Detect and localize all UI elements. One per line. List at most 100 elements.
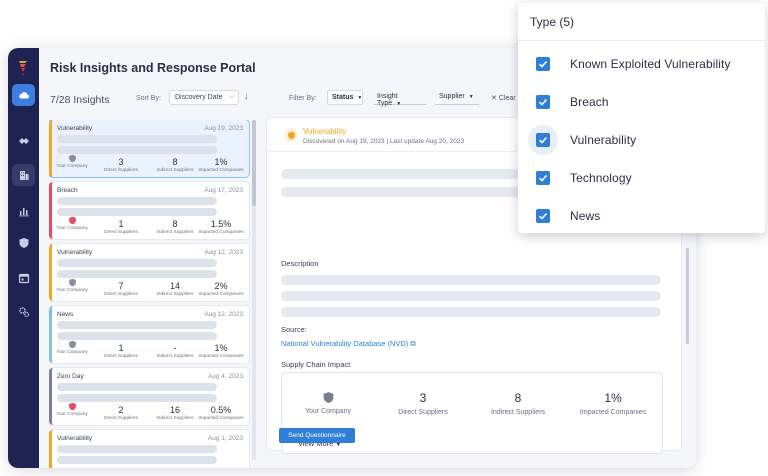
filter-label: Filter By: — [289, 95, 317, 102]
stat-value: 2 — [118, 405, 124, 415]
insight-type: News — [57, 311, 74, 318]
filter-status[interactable]: Status ▼ — [327, 90, 363, 105]
stat-value: 14 — [169, 281, 180, 291]
sidebar-item-security[interactable] — [12, 232, 35, 254]
stat-direct-suppliers: 1 Direct Suppliers — [98, 219, 144, 235]
checkbox-checked[interactable] — [536, 171, 550, 185]
stat-label: Direct Suppliers — [104, 230, 138, 235]
stat-indirect-suppliers: - Indirect Suppliers — [150, 343, 200, 359]
impact-your-company: Your Company — [282, 391, 374, 415]
stat-value: 7 — [118, 281, 124, 291]
sort-direction-arrow-icon[interactable]: ↓ — [244, 91, 249, 101]
building-icon — [19, 171, 28, 180]
stat-impacted-companies: 1% Impacted Companies — [198, 157, 244, 173]
sidebar-item-calendar[interactable] — [12, 267, 35, 289]
stat-direct-suppliers: 2 Direct Suppliers — [98, 405, 144, 421]
sidebar-item-handshake[interactable] — [12, 130, 35, 152]
impact-direct-value: 3 — [419, 391, 427, 405]
stat-value: 16 — [169, 405, 180, 415]
placeholder-line — [57, 270, 217, 278]
stat-direct-suppliers: 1 Direct Suppliers — [98, 343, 144, 359]
sidebar-item-cloud[interactable] — [12, 84, 35, 106]
filter-insight-type[interactable]: Insight Type ▼ — [373, 90, 427, 107]
cloud-icon — [18, 92, 29, 99]
insight-date: Aug 19, 2023 — [204, 125, 243, 132]
insight-date: Aug 4, 2023 — [207, 373, 243, 380]
stat-value: 1% — [214, 343, 228, 353]
checkbox-checked[interactable] — [536, 209, 550, 223]
type-filter-option[interactable]: Vulnerability — [518, 125, 765, 155]
insight-card[interactable]: Vulnerability Aug 19, 2023 Your Company 3… — [49, 120, 249, 177]
stat-label: Impacted Companies — [198, 416, 244, 421]
stat-your-company: Your Company — [54, 340, 90, 355]
type-filter-dropdown: Type (5) Known Exploited Vulnerability Br… — [518, 3, 765, 233]
stat-label: Your Company — [56, 226, 88, 231]
filter-supplier[interactable]: Supplier ▼ — [435, 90, 479, 105]
shield-icon — [68, 340, 76, 349]
shield-icon — [68, 216, 76, 225]
caret-down-icon: ▼ — [396, 101, 402, 107]
description-label: Description — [281, 259, 319, 268]
insight-date: Aug 12, 2023 — [204, 249, 243, 256]
list-scrollbar-thumb[interactable] — [252, 120, 256, 206]
sidebar-item-settings[interactable] — [12, 301, 35, 323]
placeholder-line — [57, 383, 217, 391]
insight-type: Vulnerability — [57, 435, 93, 442]
insight-type: Breach — [57, 187, 78, 194]
insight-date: Aug 1, 2023 — [207, 435, 243, 442]
bar-chart-icon — [18, 208, 29, 217]
type-filter-option-label: Breach — [570, 95, 609, 109]
stat-your-company: Your Company — [54, 402, 90, 417]
shield-icon — [323, 392, 333, 403]
type-filter-option-label: News — [570, 209, 601, 223]
insight-card[interactable]: News Aug 12, 2023 Your Company 1 Direct S… — [49, 306, 249, 363]
sidebar-item-buildings[interactable] — [12, 164, 35, 186]
detail-scrollbar-thumb[interactable] — [686, 248, 689, 344]
type-filter-option[interactable]: News — [518, 201, 765, 231]
stat-direct-suppliers: 3 Direct Suppliers — [98, 157, 144, 173]
send-questionnaire-button[interactable]: Send Questionnaire — [279, 428, 355, 443]
placeholder-line — [57, 146, 217, 154]
placeholder-line — [57, 445, 217, 453]
close-icon: ✕ — [491, 95, 497, 102]
checkbox-checked[interactable] — [536, 95, 550, 109]
type-filter-option[interactable]: Known Exploited Vulnerability — [518, 49, 765, 79]
stat-indirect-suppliers: 14 Indirect Suppliers — [150, 281, 200, 297]
insight-card[interactable]: Zero Day Aug 4, 2023 Your Company 2 Direc… — [49, 368, 249, 425]
divider — [518, 40, 765, 41]
stat-label: Impacted Companies — [198, 230, 244, 235]
type-filter-option-label: Known Exploited Vulnerability — [570, 57, 731, 71]
stat-label: Your Company — [56, 350, 88, 355]
page-title: Risk Insights and Response Portal — [50, 61, 256, 75]
stat-label: Impacted Companies — [198, 354, 244, 359]
detail-type: Vulnerability — [303, 127, 347, 136]
insight-type: Vulnerability — [57, 249, 93, 256]
source-link-text: National Vulnerability Database (NVD) — [281, 339, 409, 348]
clear-filters-button[interactable]: ✕ Clear — [491, 94, 516, 102]
stat-label: Direct Suppliers — [104, 416, 138, 421]
stat-label: Direct Suppliers — [104, 292, 138, 297]
checkbox-checked[interactable] — [536, 133, 550, 147]
vulnerability-shield-icon — [284, 128, 298, 142]
shield-icon — [68, 154, 76, 163]
placeholder-line — [57, 394, 217, 402]
type-filter-option[interactable]: Technology — [518, 163, 765, 193]
source-link[interactable]: National Vulnerability Database (NVD) ⧉ — [281, 339, 416, 349]
impact-direct-label: Direct Suppliers — [398, 409, 448, 416]
insight-card[interactable]: Vulnerability Aug 1, 2023 — [49, 430, 249, 468]
stat-indirect-suppliers: 8 Indirect Suppliers — [150, 219, 200, 235]
detail-meta: Discovered on Aug 19, 2023 | Last update… — [303, 138, 465, 145]
sort-select[interactable]: Discovery Date ⌵ — [169, 90, 239, 105]
shield-icon — [68, 402, 76, 411]
insight-card[interactable]: Vulnerability Aug 12, 2023 Your Company 7… — [49, 244, 249, 301]
sidebar-item-analytics[interactable] — [12, 200, 35, 222]
check-icon — [538, 174, 548, 182]
stat-indirect-suppliers: 8 Indirect Suppliers — [150, 157, 200, 173]
filter-insight-type-label: Insight Type — [377, 93, 398, 107]
checkbox-checked[interactable] — [536, 57, 550, 71]
sort-label: Sort By: — [136, 95, 161, 102]
type-filter-option[interactable]: Breach — [518, 87, 765, 117]
gears-icon — [18, 307, 29, 318]
insight-card[interactable]: Breach Aug 17, 2023 Your Company 1 Direct… — [49, 182, 249, 239]
impact-indirect-value: 8 — [514, 391, 522, 405]
